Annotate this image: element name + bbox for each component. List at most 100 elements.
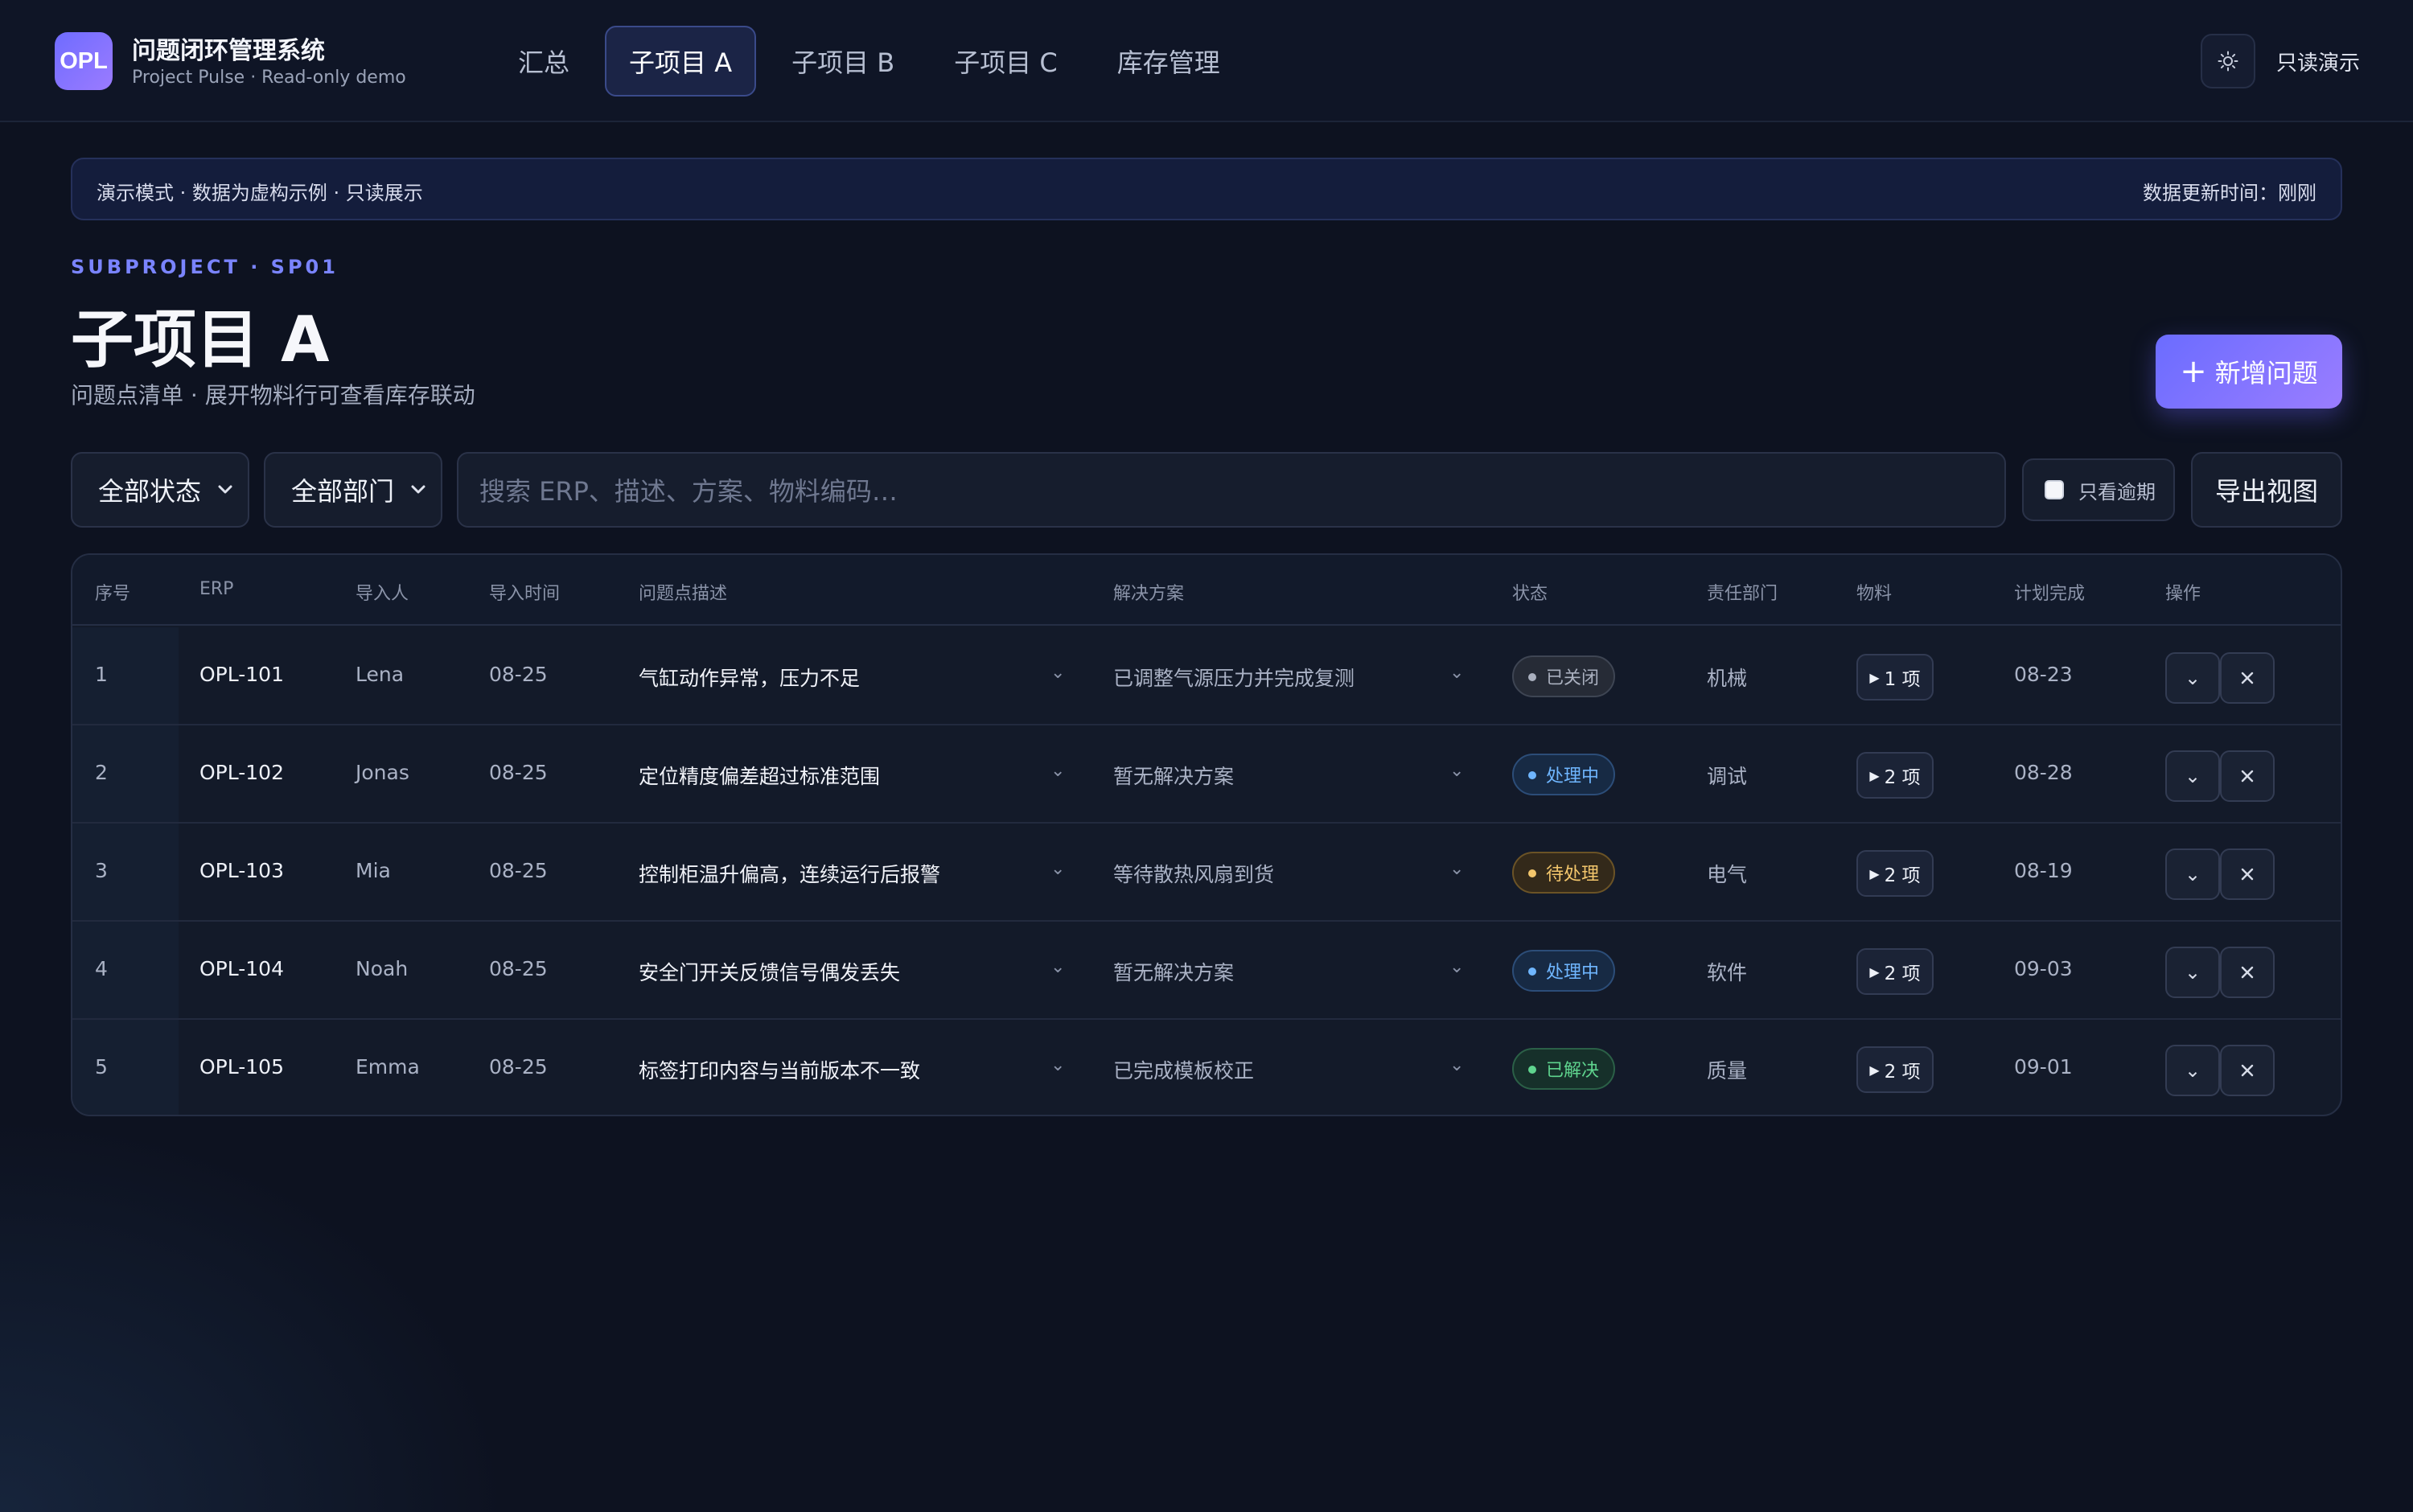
delete-row-button[interactable] bbox=[2220, 750, 2275, 802]
chevron-down-icon: ⌄ bbox=[2184, 765, 2201, 787]
status-badge: 处理中 bbox=[1512, 950, 1616, 992]
delete-row-button[interactable] bbox=[2220, 1045, 2275, 1096]
issues-table: 序号 ERP 导入人 导入时间 问题点描述 解决方案 状态 责任部门 物料 计划… bbox=[71, 553, 2342, 1116]
status-select[interactable]: 全部状态 bbox=[71, 452, 249, 528]
responsible-department: 质量 bbox=[1707, 1059, 1748, 1083]
row-number: 1 bbox=[95, 663, 108, 686]
table-row[interactable]: 2 OPL-102 Jonas 08-25 定位精度偏差超过标准范围 ⌄ 暂无解决方案 ⌄ 处理… bbox=[72, 725, 2341, 824]
column-header: 物料 bbox=[1856, 584, 1893, 604]
expand-solution-icon[interactable]: ⌄ bbox=[1449, 859, 1464, 879]
expand-row-button[interactable]: ⌄ bbox=[2165, 1045, 2220, 1096]
expand-row-button[interactable]: ⌄ bbox=[2165, 848, 2220, 900]
erp-code: OPL-105 bbox=[199, 1055, 284, 1079]
overdue-label: 只看逾期 bbox=[2078, 480, 2156, 503]
tab-subproject-c[interactable]: 子项目 C bbox=[930, 26, 1082, 97]
new-issue-button[interactable]: + 新增问题 bbox=[2156, 335, 2342, 409]
search-input[interactable]: 搜索 ERP、描述、方案、物料编码… bbox=[457, 452, 2006, 528]
column-header: 操作 bbox=[2165, 584, 2201, 604]
column-header: 问题点描述 bbox=[639, 584, 728, 604]
planned-completion: 09-03 bbox=[2014, 957, 2073, 980]
expand-row-button[interactable]: ⌄ bbox=[2165, 652, 2220, 704]
page-subtitle: 问题点清单 · 展开物料行可查看库存联动 bbox=[71, 382, 475, 409]
column-header: 导入人 bbox=[356, 584, 409, 604]
row-number: 3 bbox=[95, 859, 108, 882]
importer: Jonas bbox=[356, 761, 409, 784]
table-row[interactable]: 1 OPL-101 Lena 08-25 气缸动作异常，压力不足 ⌄ 已调整气源压力并完成复… bbox=[72, 627, 2341, 725]
theme-toggle-button[interactable] bbox=[2201, 34, 2255, 88]
delete-row-button[interactable] bbox=[2220, 947, 2275, 998]
chevron-down-icon: ⌄ bbox=[2184, 961, 2201, 984]
importer: Emma bbox=[356, 1055, 420, 1079]
material-toggle-button[interactable]: ▶ 2 项 bbox=[1856, 948, 1934, 995]
erp-code: OPL-103 bbox=[199, 859, 284, 882]
issue-description: 控制柜温升偏高，连续运行后报警 bbox=[639, 863, 941, 886]
planned-completion: 08-23 bbox=[2014, 663, 2073, 686]
importer: Lena bbox=[356, 663, 405, 686]
tab-inventory[interactable]: 库存管理 bbox=[1093, 26, 1244, 97]
app-logo: OPL bbox=[55, 32, 113, 90]
triangle-right-icon: ▶ bbox=[1869, 767, 1880, 783]
material-toggle-button[interactable]: ▶ 2 项 bbox=[1856, 752, 1934, 799]
material-toggle-button[interactable]: ▶ 1 项 bbox=[1856, 654, 1934, 701]
importer: Mia bbox=[356, 859, 391, 882]
department-select[interactable]: 全部部门 bbox=[264, 452, 442, 528]
column-header: 导入时间 bbox=[489, 584, 561, 604]
tab-summary[interactable]: 汇总 bbox=[494, 26, 594, 97]
expand-description-icon[interactable]: ⌄ bbox=[1050, 957, 1065, 977]
page-title: 子项目 A bbox=[71, 304, 330, 376]
delete-row-button[interactable] bbox=[2220, 652, 2275, 704]
close-icon bbox=[2241, 1064, 2254, 1077]
column-header: 责任部门 bbox=[1707, 584, 1778, 604]
responsible-department: 电气 bbox=[1707, 863, 1748, 886]
issue-description: 标签打印内容与当前版本不一致 bbox=[639, 1059, 921, 1083]
column-header: 解决方案 bbox=[1113, 584, 1185, 604]
table-row[interactable]: 5 OPL-105 Emma 08-25 标签打印内容与当前版本不一致 ⌄ 已完成模板校正 ⌄… bbox=[72, 1020, 2341, 1115]
row-index-cell bbox=[72, 824, 179, 920]
app-subtitle: Project Pulse · Read-only demo bbox=[132, 68, 406, 88]
tab-subproject-a[interactable]: 子项目 A bbox=[605, 26, 757, 97]
table-row[interactable]: 3 OPL-103 Mia 08-25 控制柜温升偏高，连续运行后报警 ⌄ 等待散热风扇到货… bbox=[72, 824, 2341, 922]
tab-subproject-b[interactable]: 子项目 B bbox=[767, 26, 919, 97]
sun-icon bbox=[2218, 51, 2238, 72]
material-toggle-button[interactable]: ▶ 2 项 bbox=[1856, 1046, 1934, 1093]
expand-description-icon[interactable]: ⌄ bbox=[1050, 1055, 1065, 1075]
triangle-right-icon: ▶ bbox=[1869, 669, 1880, 685]
expand-description-icon[interactable]: ⌄ bbox=[1050, 761, 1065, 781]
expand-solution-icon[interactable]: ⌄ bbox=[1449, 663, 1464, 683]
close-icon bbox=[2241, 672, 2254, 684]
expand-row-button[interactable]: ⌄ bbox=[2165, 947, 2220, 998]
planned-completion: 08-28 bbox=[2014, 761, 2073, 784]
import-date: 08-25 bbox=[489, 663, 548, 686]
expand-description-icon[interactable]: ⌄ bbox=[1050, 663, 1065, 683]
issue-description: 定位精度偏差超过标准范围 bbox=[639, 765, 881, 788]
expand-solution-icon[interactable]: ⌄ bbox=[1449, 1055, 1464, 1075]
status-badge: 已解决 bbox=[1512, 1048, 1616, 1090]
demo-notice: 演示模式 · 数据为虚构示例 · 只读展示 bbox=[97, 182, 423, 204]
readonly-label: 只读演示 bbox=[2276, 51, 2361, 76]
material-toggle-button[interactable]: ▶ 2 项 bbox=[1856, 850, 1934, 897]
expand-solution-icon[interactable]: ⌄ bbox=[1449, 957, 1464, 977]
chevron-down-icon: ⌄ bbox=[2184, 863, 2201, 885]
solution: 等待散热风扇到货 bbox=[1113, 863, 1275, 886]
expand-row-button[interactable]: ⌄ bbox=[2165, 750, 2220, 802]
close-icon bbox=[2241, 868, 2254, 881]
demo-banner: 演示模式 · 数据为虚构示例 · 只读展示 数据更新时间：刚刚 bbox=[71, 158, 2342, 220]
expand-solution-icon[interactable]: ⌄ bbox=[1449, 761, 1464, 781]
chevron-down-icon: ⌄ bbox=[2184, 1059, 2201, 1082]
export-view-button[interactable]: 导出视图 bbox=[2191, 452, 2342, 528]
erp-code: OPL-101 bbox=[199, 663, 284, 686]
import-date: 08-25 bbox=[489, 859, 548, 882]
department-select-value: 全部部门 bbox=[291, 476, 395, 507]
delete-row-button[interactable] bbox=[2220, 848, 2275, 900]
erp-code: OPL-102 bbox=[199, 761, 284, 784]
row-index-cell bbox=[72, 922, 179, 1018]
overdue-checkbox[interactable] bbox=[2045, 480, 2064, 499]
table-row[interactable]: 4 OPL-104 Noah 08-25 安全门开关反馈信号偶发丢失 ⌄ 暂无解决方案 ⌄ 处理… bbox=[72, 922, 2341, 1020]
row-index-cell bbox=[72, 627, 179, 724]
column-header: 状态 bbox=[1512, 584, 1548, 604]
overdue-filter[interactable]: 只看逾期 bbox=[2022, 458, 2175, 521]
expand-description-icon[interactable]: ⌄ bbox=[1050, 859, 1065, 879]
table-header: 序号 ERP 导入人 导入时间 问题点描述 解决方案 状态 责任部门 物料 计划… bbox=[72, 555, 2341, 626]
status-badge: 待处理 bbox=[1512, 852, 1616, 894]
planned-completion: 09-01 bbox=[2014, 1055, 2073, 1079]
